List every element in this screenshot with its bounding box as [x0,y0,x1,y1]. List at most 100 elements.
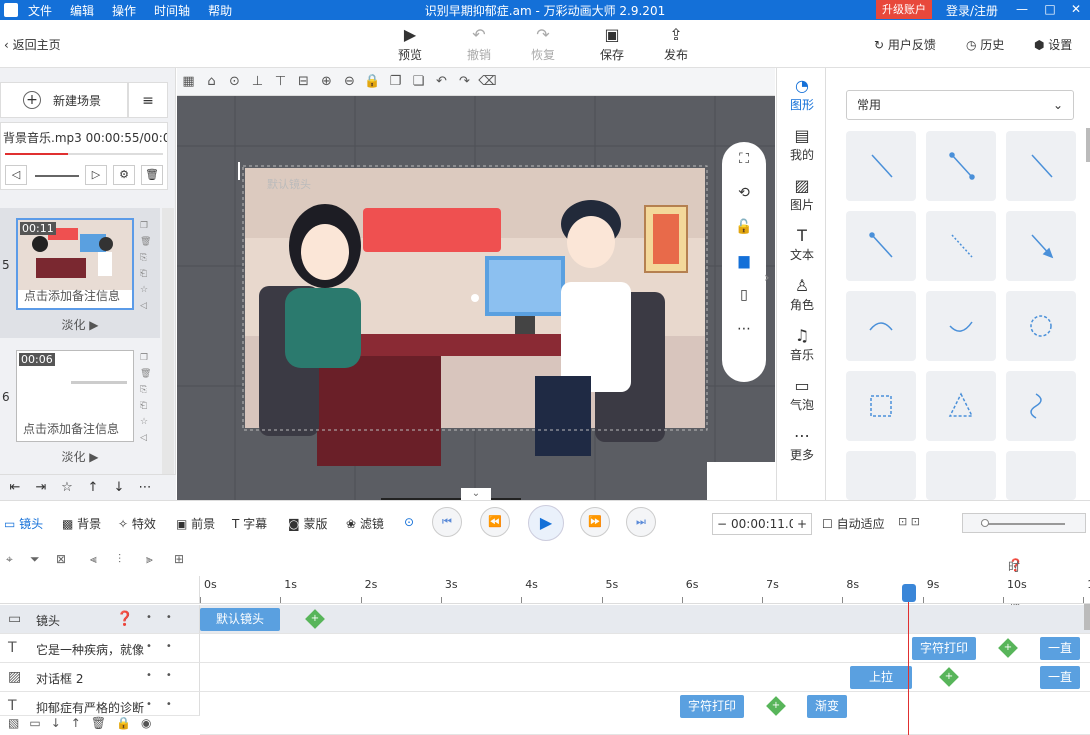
down-arrow-icon[interactable]: ↓ [51,716,61,735]
nav-mine[interactable]: ▤ 我的 [777,126,827,163]
track-body-text-1[interactable]: 字符打印 + 一直 [200,634,1090,663]
more-circle-icon[interactable]: ⊙ [223,74,246,89]
track-visibility-dots[interactable]: •• [146,699,186,710]
minus-icon[interactable]: − [713,517,731,531]
plus-icon[interactable]: + [793,517,811,531]
upgrade-button[interactable]: 升级账户 [876,0,932,19]
track-visibility-dots[interactable]: •• [146,670,186,681]
tab-background[interactable]: ▩ 背景 [62,515,101,532]
canvas-undo-icon[interactable]: ↶ [430,74,453,89]
track-visibility-dots[interactable]: •• [146,612,186,623]
playhead-handle[interactable] [902,584,916,602]
track-body-camera[interactable]: 默认镜头 + [200,605,1090,634]
align-hcenter-icon[interactable]: ⫶ [118,552,121,567]
star-icon[interactable]: ☆ [56,477,78,499]
next-scene-icon[interactable]: ⏭ [626,507,656,537]
tab-mask[interactable]: ◙ 蒙版 [288,515,327,532]
tab-camera[interactable]: ▭ 镜头 [4,515,43,532]
timeline-scrollbar[interactable] [1084,604,1090,630]
canvas-area[interactable]: 默认镜头 ⌄ [177,96,775,500]
clip-fade[interactable]: 渐变 [807,695,847,718]
trash-icon[interactable]: 🗑 [91,716,106,735]
close-icon[interactable]: ✕ [1066,2,1086,16]
nav-more[interactable]: ⋯ 更多 [777,426,827,463]
tab-foreground[interactable]: ▣ 前景 [176,515,215,532]
align-top-icon[interactable]: ⊤ [269,74,292,89]
copy-icon[interactable]: ❐ [384,74,407,89]
track-header-text-2[interactable]: T 抑郁症有严格的诊断 •• [0,692,200,716]
scene-note[interactable]: 点击添加备注信息 [24,287,120,304]
time-value[interactable]: 00:00:11.0 [731,517,793,531]
clip-always[interactable]: 一直 [1040,666,1080,689]
track-body-bubble-2[interactable]: 上拉 + 一直 [200,663,1090,692]
align-left-icon[interactable]: ⫷ [90,552,97,567]
clip-always[interactable]: 一直 [1040,637,1080,660]
align-right-icon[interactable]: ⫸ [146,552,153,567]
save-button[interactable]: ▣ 保存 [592,24,632,63]
volume-down-icon[interactable]: ◁ [5,165,27,185]
scene-note[interactable]: 点击添加备注信息 [23,420,119,437]
scene-side-actions[interactable]: ❐ 🗑 ⎘ ⎗ ☆ ◁ [140,350,152,446]
new-scene-button[interactable]: + 新建场景 [0,82,128,118]
maximize-icon[interactable]: □ [1040,2,1060,16]
music-list-icon[interactable]: ≡ [128,82,168,118]
category-select[interactable]: 常用 ⌄ [846,90,1074,120]
nav-bubble[interactable]: ▭ 气泡 [777,376,827,413]
minimize-icon[interactable]: — [1012,2,1032,16]
align-center-icon[interactable]: ⊥ [246,74,269,89]
time-input[interactable]: − 00:00:11.0 + [712,513,812,535]
add-track-icon[interactable]: ▧ [8,716,19,735]
import-icon[interactable]: ⇤ [4,477,26,499]
zoom-out-icon[interactable]: ⊖ [338,74,361,89]
autofit-checkbox[interactable]: ☐ 自动适应 [822,515,885,532]
tab-subtitle[interactable]: T 字幕 [232,515,267,532]
nav-shapes[interactable]: ◔ 图形 [777,76,827,113]
track-body-text-2[interactable]: 字符打印 + 渐变 [200,692,1090,735]
filter-funnel-icon[interactable]: ⏷ [30,552,40,567]
add-keyframe-icon[interactable]: + [305,609,325,629]
canvas-redo-icon[interactable]: ↷ [453,74,476,89]
music-settings-icon[interactable]: ⚙ [113,165,135,185]
scene-transition[interactable]: 淡化 ▶ [0,448,160,465]
play-button[interactable]: ▶ [528,505,564,541]
track-header-bubble-2[interactable]: ▨ 对话框 2 •• [0,663,200,692]
nav-roles[interactable]: ♙ 角色 [777,276,827,313]
clip-pull-up[interactable]: 上拉 [850,666,912,689]
scene-thumbnail[interactable]: 00:11 点击添加备注信息 [16,218,134,310]
track-header-camera[interactable]: ▭ 镜头 ❓ •• [0,605,200,634]
home-icon[interactable]: ⌂ [200,74,223,89]
prev-frame-icon[interactable]: ⏪ [480,507,510,537]
nav-text[interactable]: T 文本 [777,226,827,263]
tab-effects[interactable]: ✧ 特效 [118,515,156,532]
more-horizontal-icon[interactable]: ⋯ [722,312,766,346]
more-icon[interactable]: ⋯ [134,477,156,499]
volume-slider[interactable] [35,175,79,177]
add-keyframe-icon[interactable]: + [998,638,1018,658]
paste-icon[interactable]: ❏ [407,74,430,89]
ruler-icon[interactable]: ▦ [177,74,200,89]
fit-screen-icon[interactable]: ⛶ [722,142,766,176]
unlock-icon[interactable]: 🔓 [722,210,766,244]
scene-item-5[interactable]: 5 00:11 点击添加备注信息 ❐ 🗑 ⎘ ⎗ ☆ ◁ 淡化 ▶ [0,208,160,338]
publish-button[interactable]: ⇪ 发布 [656,24,696,63]
zoom-handle[interactable] [981,519,989,527]
monitor-icon[interactable]: ▆ [722,244,766,278]
track-header-text-1[interactable]: T 它是一种疾病，就像 •• [0,634,200,663]
select-icon[interactable]: ⊠ [56,552,66,566]
shape-scrollbar[interactable] [1086,128,1090,162]
settings-button[interactable]: ⬢ 设置 [1034,36,1072,53]
scene-side-actions[interactable]: ❐ 🗑 ⎘ ⎗ ☆ ◁ [140,218,152,314]
music-progress[interactable] [5,153,163,155]
track-visibility-dots[interactable]: •• [146,641,186,652]
up-arrow-icon[interactable]: ↑ [71,716,81,735]
distribute-icon[interactable]: ⊞ [174,552,184,566]
login-link[interactable]: 登录/注册 [946,2,998,19]
scene-scrollbar[interactable] [162,208,174,500]
chevron-down-icon[interactable]: ⌄ [461,488,491,500]
locate-icon[interactable]: ⌖ [6,552,13,567]
nav-music[interactable]: ♫ 音乐 [777,326,827,363]
preview-button[interactable]: ▶ 预览 [390,24,430,63]
add-keyframe-icon[interactable]: + [766,696,786,716]
rotate-icon[interactable]: ⟲ [722,176,766,210]
add-keyframe-icon[interactable]: + [939,667,959,687]
